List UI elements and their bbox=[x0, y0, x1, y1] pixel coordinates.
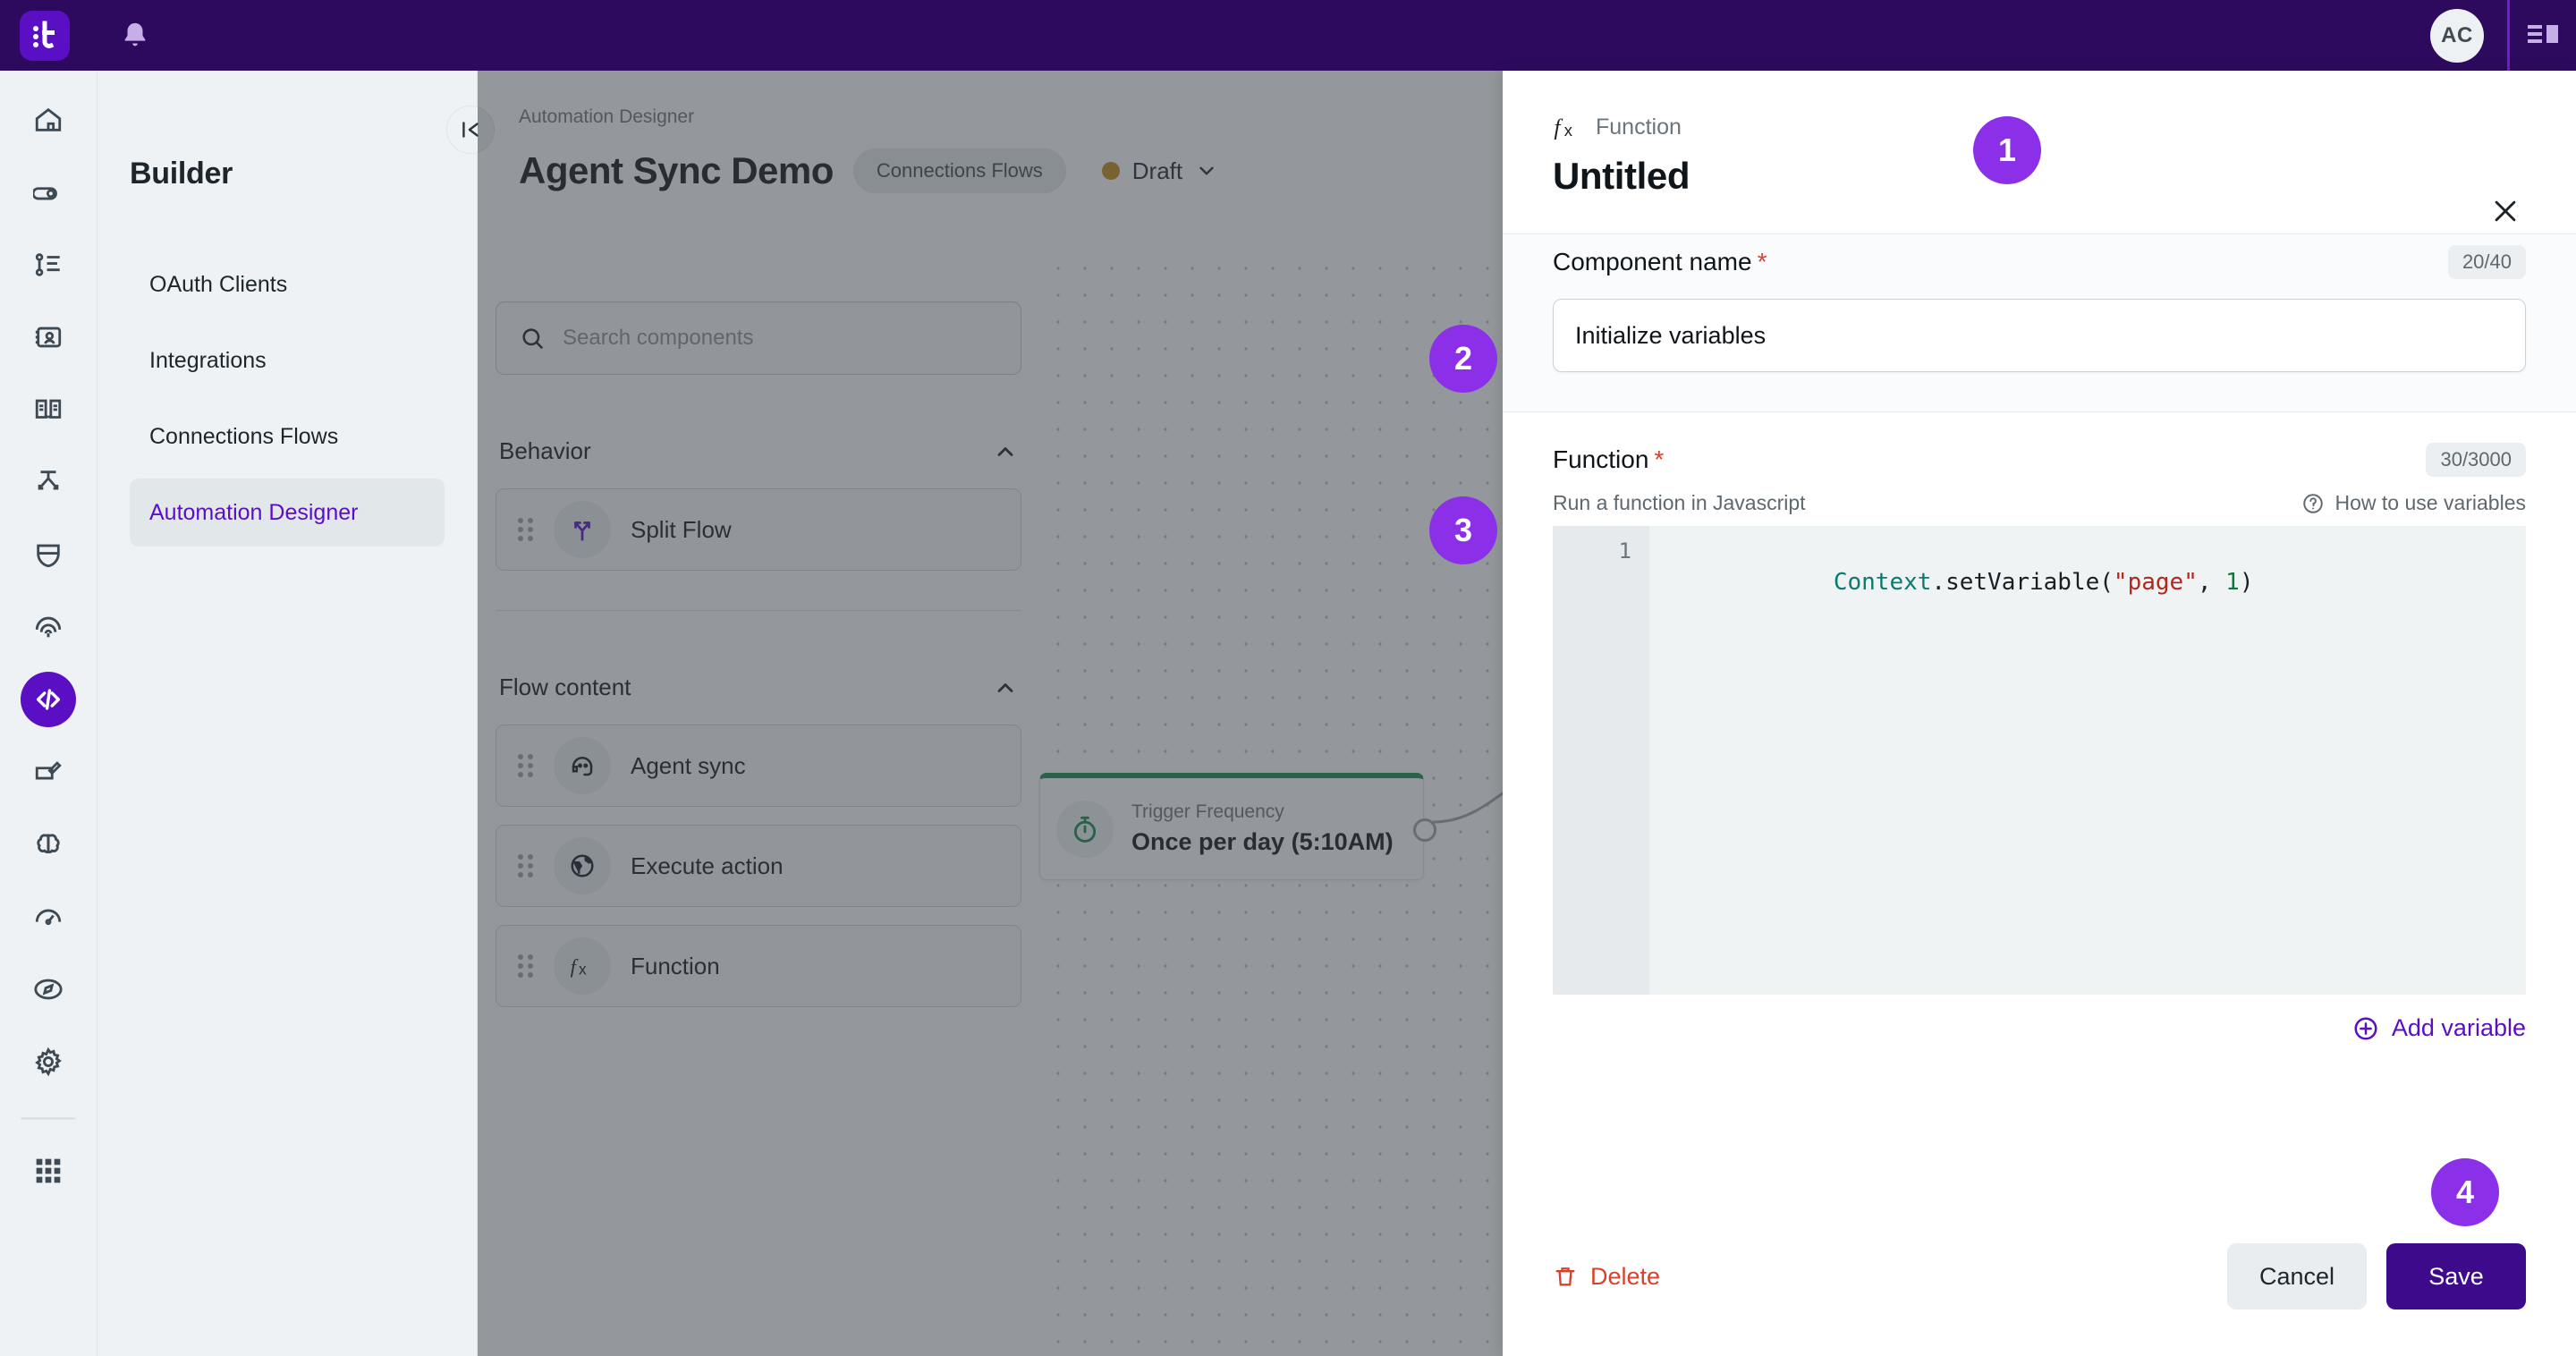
required-asterisk: * bbox=[1654, 445, 1665, 473]
svg-text:x: x bbox=[1564, 121, 1572, 140]
tray-logo[interactable] bbox=[20, 10, 70, 61]
builder-nav: OAuth Clients Integrations Connections F… bbox=[130, 250, 445, 547]
icon-rail bbox=[0, 71, 97, 1356]
code-token-comma: , bbox=[2197, 568, 2226, 596]
svg-text:f: f bbox=[1554, 114, 1563, 140]
plus-circle-icon bbox=[2354, 1017, 2377, 1039]
step-badge-3: 3 bbox=[1429, 496, 1497, 564]
rail-item-builder[interactable] bbox=[21, 672, 76, 727]
sidebar-item-label: Automation Designer bbox=[149, 499, 359, 525]
function-hint: Run a function in Javascript bbox=[1553, 491, 1806, 514]
panel-layout-toggle[interactable] bbox=[2510, 0, 2576, 71]
rail-item-security[interactable] bbox=[21, 527, 76, 582]
function-label: Function * bbox=[1553, 445, 1664, 474]
component-name-label: Component name * bbox=[1553, 248, 1767, 276]
delete-label: Delete bbox=[1590, 1262, 1661, 1290]
how-to-use-variables-link[interactable]: How to use variables bbox=[2301, 491, 2527, 515]
step-badge-number: 1 bbox=[1997, 131, 2017, 168]
add-variable-label: Add variable bbox=[2391, 1014, 2526, 1041]
sidebar-item-label: OAuth Clients bbox=[149, 271, 288, 297]
sidebar-item-connections-flows[interactable]: Connections Flows bbox=[130, 403, 445, 470]
panel-title: Untitled bbox=[1553, 155, 1690, 197]
function-label-text: Function bbox=[1553, 445, 1649, 473]
rail-item-ai[interactable] bbox=[21, 817, 76, 872]
rail-item-hierarchy[interactable] bbox=[21, 237, 76, 292]
code-token-class: Context bbox=[1833, 568, 1932, 596]
function-field-block: Function * 30/3000 Run a function in Java… bbox=[1503, 412, 2576, 995]
add-variable-row: Add variable bbox=[1503, 995, 2576, 1042]
delete-button[interactable]: Delete bbox=[1553, 1263, 1660, 1291]
top-bar: AC bbox=[0, 0, 2576, 71]
modal-scrim[interactable] bbox=[478, 71, 1503, 1356]
rail-item-connections[interactable] bbox=[21, 165, 76, 220]
step-badge-4: 4 bbox=[2431, 1158, 2499, 1226]
apps-grid-icon[interactable] bbox=[21, 1143, 76, 1199]
trash-icon bbox=[1555, 1267, 1575, 1286]
component-name-value: Initialize variables bbox=[1575, 321, 1767, 349]
panel-body: Component name * 20/40 Initialize variabl… bbox=[1503, 234, 2576, 1356]
code-content[interactable]: Context.setVariable("page", 1) bbox=[1649, 526, 2526, 995]
code-token-string: "page" bbox=[2113, 568, 2198, 596]
sidebar-item-integrations[interactable]: Integrations bbox=[130, 326, 445, 394]
step-badge-number: 4 bbox=[2455, 1174, 2475, 1210]
builder-sidebar: Builder OAuth Clients Integrations Conne… bbox=[97, 71, 478, 1356]
save-label: Save bbox=[2428, 1262, 2484, 1290]
save-button[interactable]: Save bbox=[2386, 1243, 2526, 1309]
sidebar-item-label: Connections Flows bbox=[149, 423, 339, 449]
add-variable-button[interactable]: Add variable bbox=[2352, 1014, 2526, 1042]
required-asterisk: * bbox=[1757, 248, 1767, 275]
cancel-button[interactable]: Cancel bbox=[2227, 1243, 2367, 1309]
close-icon[interactable] bbox=[2490, 196, 2521, 231]
rail-item-identity[interactable] bbox=[21, 599, 76, 655]
rail-item-home[interactable] bbox=[21, 92, 76, 148]
rail-item-settings[interactable] bbox=[21, 1034, 76, 1089]
footer-actions: Cancel Save bbox=[2227, 1243, 2526, 1309]
rail-item-routing[interactable] bbox=[21, 454, 76, 510]
builder-title: Builder bbox=[130, 157, 233, 191]
rail-item-editor[interactable] bbox=[21, 744, 76, 800]
code-token-number: 1 bbox=[2225, 568, 2240, 596]
component-name-field-block: Component name * 20/40 Initialize variabl… bbox=[1503, 234, 2576, 411]
cancel-label: Cancel bbox=[2258, 1262, 2335, 1290]
help-circle-icon bbox=[2302, 493, 2323, 513]
panel-kicker-label: Function bbox=[1596, 114, 1682, 140]
sidebar-item-oauth-clients[interactable]: OAuth Clients bbox=[130, 250, 445, 318]
rail-item-contacts[interactable] bbox=[21, 309, 76, 365]
function-label-row: Function * 30/3000 bbox=[1553, 443, 2526, 477]
component-name-input[interactable]: Initialize variables bbox=[1553, 299, 2526, 372]
step-badge-2: 2 bbox=[1429, 325, 1497, 393]
notifications-bell-icon[interactable] bbox=[114, 15, 156, 56]
sidebar-item-automation-designer[interactable]: Automation Designer bbox=[130, 479, 445, 547]
code-editor[interactable]: 1 Context.setVariable("page", 1) bbox=[1553, 526, 2526, 995]
rail-divider bbox=[21, 1117, 76, 1120]
avatar-initials: AC bbox=[2441, 22, 2473, 47]
sidebar-item-label: Integrations bbox=[149, 347, 267, 373]
function-counter: 30/3000 bbox=[2426, 443, 2526, 477]
avatar[interactable]: AC bbox=[2430, 8, 2484, 63]
panel-kicker: f x Function bbox=[1553, 112, 2526, 142]
step-badge-1: 1 bbox=[1973, 116, 2041, 184]
how-to-use-variables-label: How to use variables bbox=[2334, 491, 2527, 514]
component-name-counter: 20/40 bbox=[2447, 245, 2526, 279]
step-badge-number: 2 bbox=[1453, 340, 1473, 377]
fx-icon: f x bbox=[1554, 114, 1572, 140]
code-token-paren: ) bbox=[2239, 568, 2254, 596]
panel-footer: Delete Cancel Save bbox=[1503, 1243, 2576, 1356]
line-number: 1 bbox=[1618, 538, 1631, 564]
component-name-label-text: Component name bbox=[1553, 248, 1752, 275]
rail-item-knowledge[interactable] bbox=[21, 382, 76, 437]
function-config-panel: f x Function Untitled Component name * 20… bbox=[1503, 71, 2576, 1356]
rail-item-explore[interactable] bbox=[21, 962, 76, 1017]
code-gutter: 1 bbox=[1553, 526, 1649, 995]
step-badge-number: 3 bbox=[1453, 512, 1473, 548]
function-hint-row: Run a function in Javascript How to use … bbox=[1553, 491, 2526, 515]
component-name-label-row: Component name * 20/40 bbox=[1553, 245, 2526, 279]
panel-spacer bbox=[1503, 1042, 2576, 1243]
app-root: AC Builder OAuth Clients Integrations Co… bbox=[0, 0, 2576, 1356]
code-token-call: .setVariable( bbox=[1931, 568, 2114, 596]
rail-item-analytics[interactable] bbox=[21, 889, 76, 945]
